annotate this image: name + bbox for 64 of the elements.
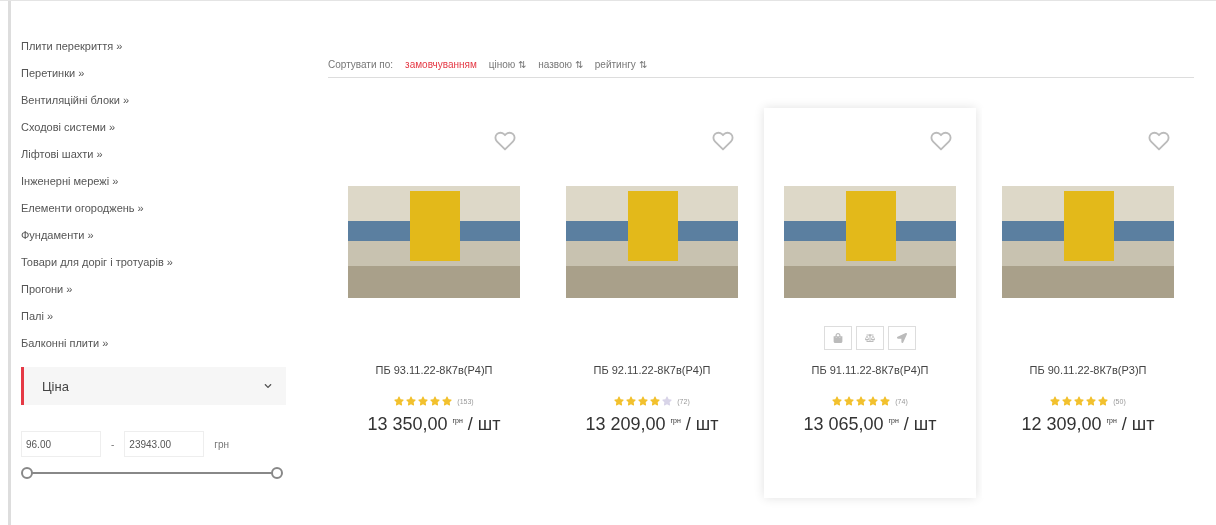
star-icon — [626, 396, 637, 406]
star-icon — [844, 396, 855, 406]
category-link[interactable]: Прогони » — [21, 276, 308, 303]
category-link[interactable]: Вентиляційні блоки » — [21, 87, 308, 114]
star-icon — [1086, 396, 1097, 406]
category-link[interactable]: Елементи огороджень » — [21, 195, 308, 222]
max-price-field[interactable]: 23943.00 — [124, 431, 205, 457]
category-link[interactable]: Ліфтові шахти » — [21, 141, 308, 168]
scale-button[interactable] — [856, 326, 884, 350]
category-link[interactable]: Фундаменти » — [21, 222, 308, 249]
star-icon — [406, 396, 417, 406]
sort-option[interactable]: ціною ⇅ — [488, 58, 527, 70]
currency-label: грн — [214, 438, 230, 450]
category-link[interactable]: Балконні плити » — [21, 330, 308, 357]
star-icon — [1050, 396, 1061, 406]
sort-label: Сортувати по: — [328, 58, 394, 70]
product-name[interactable]: ПБ 92.11.22-8К7в(Р4)П — [593, 364, 711, 376]
product-price: 13 350,00 $^{грн}$ / шт — [367, 414, 501, 435]
price-filter-header[interactable]: Ціна — [21, 367, 286, 405]
star-icon — [638, 396, 649, 406]
product-price: 12 309,00 $^{грн}$ / шт — [1021, 414, 1155, 435]
star-icon — [650, 396, 661, 406]
category-link[interactable]: Інженерні мережі » — [21, 168, 308, 195]
heart-icon[interactable] — [494, 130, 516, 152]
star-icon — [1098, 396, 1109, 406]
product-price: 13 209,00 $^{грн}$ / шт — [585, 414, 719, 435]
star-icon — [442, 396, 453, 406]
star-icon — [418, 396, 429, 406]
arrow-button[interactable] — [888, 326, 916, 350]
price-slider[interactable] — [21, 467, 283, 479]
heart-icon[interactable] — [930, 130, 952, 152]
star-icon — [832, 396, 843, 406]
heart-icon[interactable] — [712, 130, 734, 152]
category-link[interactable]: Палі » — [21, 303, 308, 330]
star-icon — [868, 396, 879, 406]
category-link[interactable]: Товари для доріг і тротуарів » — [21, 249, 308, 276]
filter-title: Ціна — [42, 378, 69, 394]
category-link[interactable]: Перетинки » — [21, 60, 308, 87]
product-name[interactable]: ПБ 90.11.22-8К7в(Р3)П — [1029, 364, 1147, 376]
star-icon — [662, 396, 673, 406]
sort-option[interactable]: замовчуванням — [405, 58, 477, 70]
star-icon — [394, 396, 405, 406]
product-price: 13 065,00 $^{грн}$ / шт — [803, 414, 937, 435]
category-link[interactable]: Сходові системи » — [21, 114, 308, 141]
star-icon — [880, 396, 891, 406]
slider-thumb[interactable] — [21, 467, 33, 479]
range-dash: - — [111, 438, 115, 450]
star-icon — [856, 396, 867, 406]
bag-button[interactable] — [824, 326, 852, 350]
scale-icon — [865, 333, 875, 343]
sort-option[interactable]: назвою ⇅ — [538, 58, 583, 70]
star-icon — [1074, 396, 1085, 406]
bag-icon — [833, 333, 843, 343]
slider-thumb[interactable] — [271, 467, 283, 479]
product-name[interactable]: ПБ 93.11.22-8К7в(Р4)П — [375, 364, 493, 376]
category-link[interactable]: Плити перекриття » — [21, 33, 308, 60]
star-icon — [430, 396, 441, 406]
heart-icon[interactable] — [1148, 130, 1170, 152]
star-icon — [614, 396, 625, 406]
arrow-icon — [897, 333, 907, 343]
sort-option[interactable]: рейтингу ⇅ — [594, 58, 647, 70]
product-name[interactable]: ПБ 91.11.22-8К7в(Р4)П — [811, 364, 929, 376]
star-icon — [1062, 396, 1073, 406]
min-price-field[interactable]: 96.00 — [21, 431, 101, 457]
